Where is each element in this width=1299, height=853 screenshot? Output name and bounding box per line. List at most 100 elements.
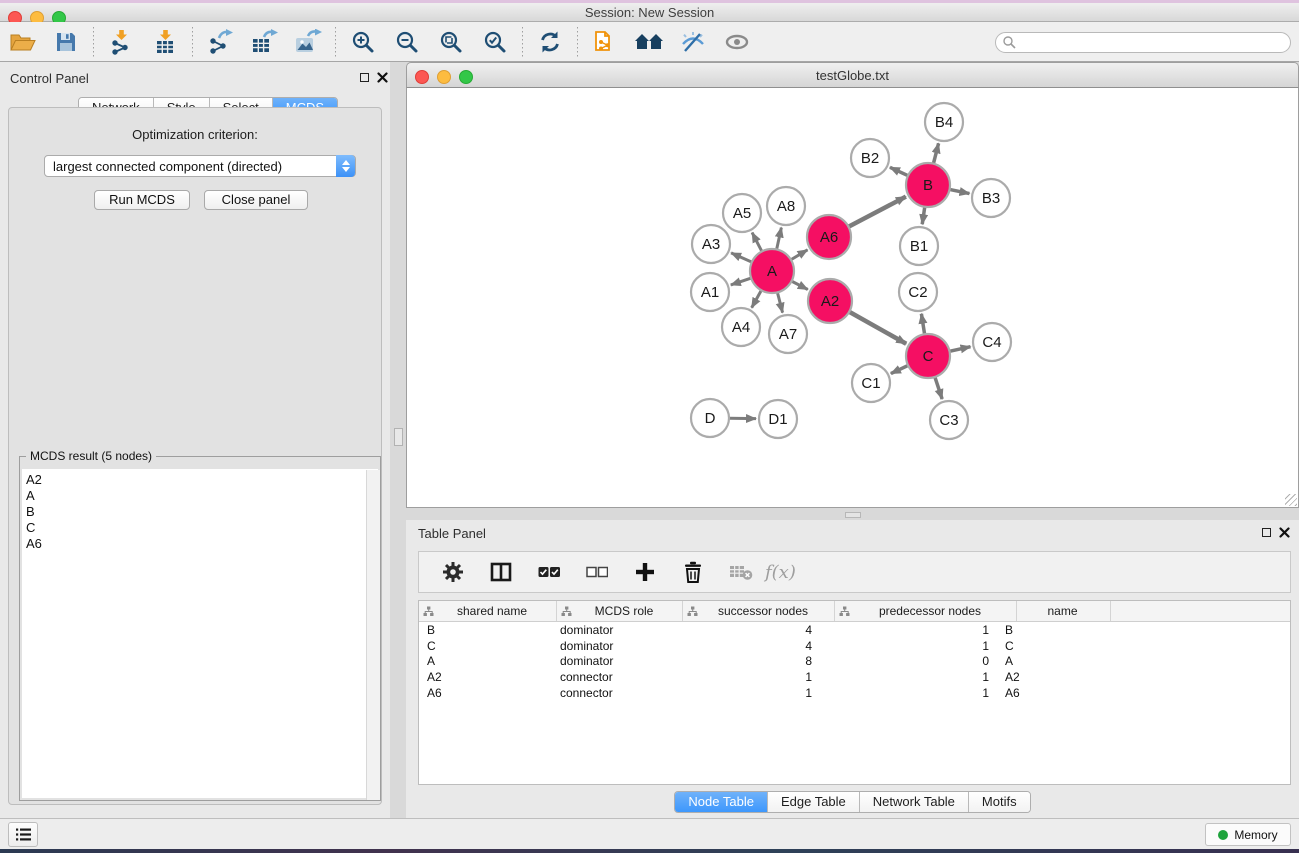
table-row[interactable]: Adominator80A: [419, 653, 1290, 669]
export-image-icon[interactable]: [292, 27, 324, 57]
graph-edge-A-A2[interactable]: [792, 281, 808, 289]
table-cell[interactable]: A2: [419, 670, 552, 684]
close-panel-icon[interactable]: [377, 72, 388, 83]
table-cell[interactable]: dominator: [552, 654, 673, 668]
network-minimize-button[interactable]: [437, 70, 451, 84]
graph-edge-A6-B[interactable]: [848, 197, 905, 227]
open-folder-icon[interactable]: [6, 27, 38, 57]
table-cell[interactable]: A: [419, 654, 552, 668]
table-cell[interactable]: B: [419, 623, 552, 637]
node-table[interactable]: shared nameMCDS rolesuccessor nodesprede…: [418, 600, 1291, 785]
close-panel-button[interactable]: Close panel: [204, 190, 308, 210]
network-close-button[interactable]: [415, 70, 429, 84]
table-cell[interactable]: C: [419, 639, 552, 653]
run-mcds-button[interactable]: Run MCDS: [94, 190, 190, 210]
table-cell[interactable]: 8: [673, 654, 820, 668]
result-list-item[interactable]: A: [26, 488, 378, 504]
table-cell[interactable]: 4: [673, 639, 820, 653]
trash-icon[interactable]: [677, 557, 709, 587]
table-cell[interactable]: B: [997, 623, 1086, 637]
network-graph-svg[interactable]: B4B2BB3A8A5A6A3B1AC2A1A2A4A7C4CC1DD1C3: [407, 88, 1298, 506]
table-cell[interactable]: A6: [419, 686, 552, 700]
tab-network-table[interactable]: Network Table: [860, 792, 969, 812]
graph-edge-C-C2[interactable]: [921, 314, 924, 335]
export-table-icon[interactable]: [248, 27, 280, 57]
function-builder-icon[interactable]: f(x): [765, 562, 796, 583]
result-scrollbar[interactable]: [366, 470, 380, 800]
network-zoom-button[interactable]: [459, 70, 473, 84]
column-header-predecessor-nodes[interactable]: predecessor nodes: [835, 601, 1017, 621]
column-header-successor-nodes[interactable]: successor nodes: [683, 601, 835, 621]
table-cell[interactable]: 1: [673, 670, 820, 684]
graph-edge-A-A5[interactable]: [752, 233, 762, 252]
column-header-MCDS-role[interactable]: MCDS role: [557, 601, 683, 621]
network-canvas[interactable]: B4B2BB3A8A5A6A3B1AC2A1A2A4A7C4CC1DD1C3: [406, 88, 1299, 508]
zoom-in-icon[interactable]: [347, 27, 379, 57]
graph-edge-A-A4[interactable]: [752, 290, 762, 308]
table-row[interactable]: Cdominator41C: [419, 638, 1290, 654]
delete-table-icon[interactable]: [725, 557, 757, 587]
document-network-icon[interactable]: [589, 27, 621, 57]
resize-grip-icon[interactable]: [1285, 494, 1297, 506]
tab-node-table[interactable]: Node Table: [675, 792, 768, 812]
table-row[interactable]: A2connector11A2: [419, 669, 1290, 685]
table-row[interactable]: Bdominator41B: [419, 622, 1290, 638]
table-cell[interactable]: dominator: [552, 623, 673, 637]
table-cell[interactable]: 4: [673, 623, 820, 637]
graph-edge-A-A8[interactable]: [777, 228, 782, 250]
graph-edge-A-A6[interactable]: [791, 250, 808, 260]
horizontal-split-handle[interactable]: [845, 512, 861, 518]
task-history-button[interactable]: [8, 822, 38, 847]
import-table-icon[interactable]: [149, 27, 181, 57]
table-row[interactable]: A6connector11A6: [419, 685, 1290, 701]
table-float-panel-icon[interactable]: [1262, 528, 1271, 537]
network-window-titlebar[interactable]: testGlobe.txt: [406, 62, 1299, 88]
memory-button[interactable]: Memory: [1205, 823, 1291, 846]
select-all-columns-icon[interactable]: [533, 557, 565, 587]
import-network-icon[interactable]: [105, 27, 137, 57]
table-cell[interactable]: 1: [820, 639, 997, 653]
zoom-fit-icon[interactable]: [435, 27, 467, 57]
deselect-all-columns-icon[interactable]: [581, 557, 613, 587]
zoom-out-icon[interactable]: [391, 27, 423, 57]
search-box[interactable]: [995, 32, 1291, 53]
result-list-item[interactable]: A6: [26, 536, 378, 552]
refresh-icon[interactable]: [534, 27, 566, 57]
show-eye-icon[interactable]: [721, 27, 753, 57]
table-cell[interactable]: dominator: [552, 639, 673, 653]
result-list-item[interactable]: A2: [26, 472, 378, 488]
tab-motifs[interactable]: Motifs: [969, 792, 1030, 812]
table-close-panel-icon[interactable]: [1279, 527, 1290, 538]
graph-edge-B-B4[interactable]: [933, 143, 938, 163]
table-cell[interactable]: 1: [820, 623, 997, 637]
gear-icon[interactable]: [437, 557, 469, 587]
table-cell[interactable]: connector: [552, 670, 673, 684]
graph-edge-A-A7[interactable]: [777, 292, 782, 312]
result-list-item[interactable]: B: [26, 504, 378, 520]
column-header-name[interactable]: name: [1017, 601, 1111, 621]
criterion-dropdown[interactable]: largest connected component (directed): [44, 155, 356, 177]
graph-edge-C-C1[interactable]: [891, 365, 908, 373]
add-column-icon[interactable]: [629, 557, 661, 587]
tab-edge-table[interactable]: Edge Table: [768, 792, 860, 812]
graph-edge-C-C3[interactable]: [935, 377, 942, 399]
search-input[interactable]: [1016, 35, 1290, 51]
graph-edge-B-B2[interactable]: [890, 167, 908, 175]
graph-edge-B-B1[interactable]: [922, 207, 925, 224]
table-cell[interactable]: connector: [552, 686, 673, 700]
hide-eye-icon[interactable]: [677, 27, 709, 57]
save-disk-icon[interactable]: [50, 27, 82, 57]
table-cell[interactable]: A6: [997, 686, 1086, 700]
graph-edge-B-B3[interactable]: [950, 189, 970, 193]
columns-icon[interactable]: [485, 557, 517, 587]
result-list-item[interactable]: C: [26, 520, 378, 536]
homes-icon[interactable]: [633, 27, 665, 57]
table-cell[interactable]: 1: [673, 686, 820, 700]
table-cell[interactable]: A2: [997, 670, 1086, 684]
table-cell[interactable]: A: [997, 654, 1086, 668]
export-network-icon[interactable]: [204, 27, 236, 57]
float-panel-icon[interactable]: [360, 73, 369, 82]
table-cell[interactable]: C: [997, 639, 1086, 653]
column-header-shared-name[interactable]: shared name: [419, 601, 557, 621]
zoom-selected-icon[interactable]: [479, 27, 511, 57]
